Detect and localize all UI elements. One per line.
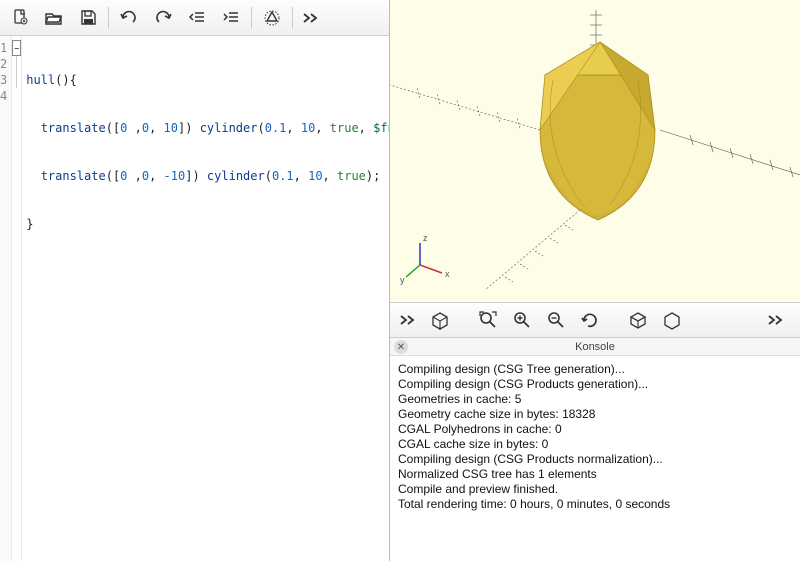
- axis-y-label: y: [400, 275, 405, 285]
- right-pane: x y z: [390, 0, 800, 561]
- unindent-button[interactable]: [183, 4, 211, 32]
- line-number: 4: [0, 88, 7, 104]
- render-icon: [430, 310, 450, 330]
- 3d-viewport[interactable]: x y z: [390, 0, 800, 302]
- undo-icon: [119, 10, 139, 25]
- console-line: Geometries in cache: 5: [398, 392, 792, 407]
- perspective-icon: [662, 310, 682, 330]
- undo-button[interactable]: [115, 4, 143, 32]
- reset-view-button[interactable]: [576, 306, 604, 334]
- preview-icon: [262, 8, 282, 28]
- zoom-out-button[interactable]: [542, 306, 570, 334]
- line-number: 3: [0, 72, 7, 88]
- fold-toggle-icon[interactable]: −: [12, 40, 21, 56]
- editor-pane: 1 2 3 4 − hull(){ translate([0 ,0, 10]) …: [0, 0, 390, 561]
- console-line: Total rendering time: 0 hours, 0 minutes…: [398, 497, 792, 512]
- chevron-double-right-icon: [767, 314, 785, 326]
- code-line: }: [26, 216, 389, 232]
- chevron-double-right-icon: [302, 12, 320, 24]
- code-area[interactable]: hull(){ translate([0 ,0, 10]) cylinder(0…: [22, 36, 389, 561]
- indent-button[interactable]: [217, 4, 245, 32]
- console-output[interactable]: Compiling design (CSG Tree generation)..…: [390, 356, 800, 561]
- toolbar-separator: [108, 7, 109, 29]
- editor-toolbar-overflow-button[interactable]: [299, 4, 323, 32]
- console-line: CGAL Polyhedrons in cache: 0: [398, 422, 792, 437]
- redo-icon: [153, 10, 173, 25]
- unindent-icon: [188, 10, 206, 25]
- zoom-fit-button[interactable]: [474, 306, 502, 334]
- axonometric-icon: [628, 310, 648, 330]
- console-line: Compiling design (CSG Products generatio…: [398, 377, 792, 392]
- zoom-in-button[interactable]: [508, 306, 536, 334]
- save-button[interactable]: [74, 4, 102, 32]
- close-icon: ✕: [397, 342, 405, 353]
- console-titlebar: ✕ Konsole: [390, 338, 800, 356]
- console-line: Normalized CSG tree has 1 elements: [398, 467, 792, 482]
- code-line: translate([0 ,0, 10]) cylinder(0.1, 10, …: [26, 120, 389, 136]
- console-line: Geometry cache size in bytes: 18328: [398, 407, 792, 422]
- redo-button[interactable]: [149, 4, 177, 32]
- viewport-toolbar: [390, 302, 800, 338]
- console-line: Compiling design (CSG Products normaliza…: [398, 452, 792, 467]
- preview-button[interactable]: [258, 4, 286, 32]
- save-icon: [80, 9, 97, 26]
- reset-view-icon: [580, 311, 600, 329]
- new-file-icon: [12, 9, 29, 26]
- console-close-button[interactable]: ✕: [394, 340, 408, 354]
- open-file-icon: [45, 9, 63, 26]
- editor-toolbar: [0, 0, 389, 36]
- 3d-scene: x y z: [390, 0, 800, 302]
- chevron-double-right-icon: [399, 314, 417, 326]
- console-title-label: Konsole: [575, 341, 615, 353]
- new-file-button[interactable]: [6, 4, 34, 32]
- toolbar-separator: [251, 7, 252, 29]
- viewport-toolbar-overflow-left-button[interactable]: [396, 306, 420, 334]
- perspective-view-button[interactable]: [658, 306, 686, 334]
- render-button[interactable]: [426, 306, 454, 334]
- axonometric-view-button[interactable]: [624, 306, 652, 334]
- zoom-out-icon: [546, 310, 566, 330]
- code-editor[interactable]: 1 2 3 4 − hull(){ translate([0 ,0, 10]) …: [0, 36, 389, 561]
- line-number: 1: [0, 40, 7, 56]
- fold-line-icon: [16, 56, 17, 72]
- fold-column: −: [12, 36, 22, 561]
- axis-x-label: x: [445, 269, 450, 279]
- zoom-fit-icon: [478, 310, 498, 330]
- line-number-gutter: 1 2 3 4: [0, 36, 12, 561]
- console-panel: ✕ Konsole Compiling design (CSG Tree gen…: [390, 338, 800, 561]
- axis-z-label: z: [423, 233, 428, 243]
- fold-line-icon: [16, 72, 17, 88]
- zoom-in-icon: [512, 310, 532, 330]
- toolbar-separator: [292, 7, 293, 29]
- indent-icon: [222, 10, 240, 25]
- code-line: hull(){: [26, 72, 389, 88]
- viewport-toolbar-overflow-right-button[interactable]: [764, 306, 788, 334]
- console-line: CGAL cache size in bytes: 0: [398, 437, 792, 452]
- console-line: Compiling design (CSG Tree generation)..…: [398, 362, 792, 377]
- open-file-button[interactable]: [40, 4, 68, 32]
- code-line: translate([0 ,0, -10]) cylinder(0.1, 10,…: [26, 168, 389, 184]
- console-line: Compile and preview finished.: [398, 482, 792, 497]
- line-number: 2: [0, 56, 7, 72]
